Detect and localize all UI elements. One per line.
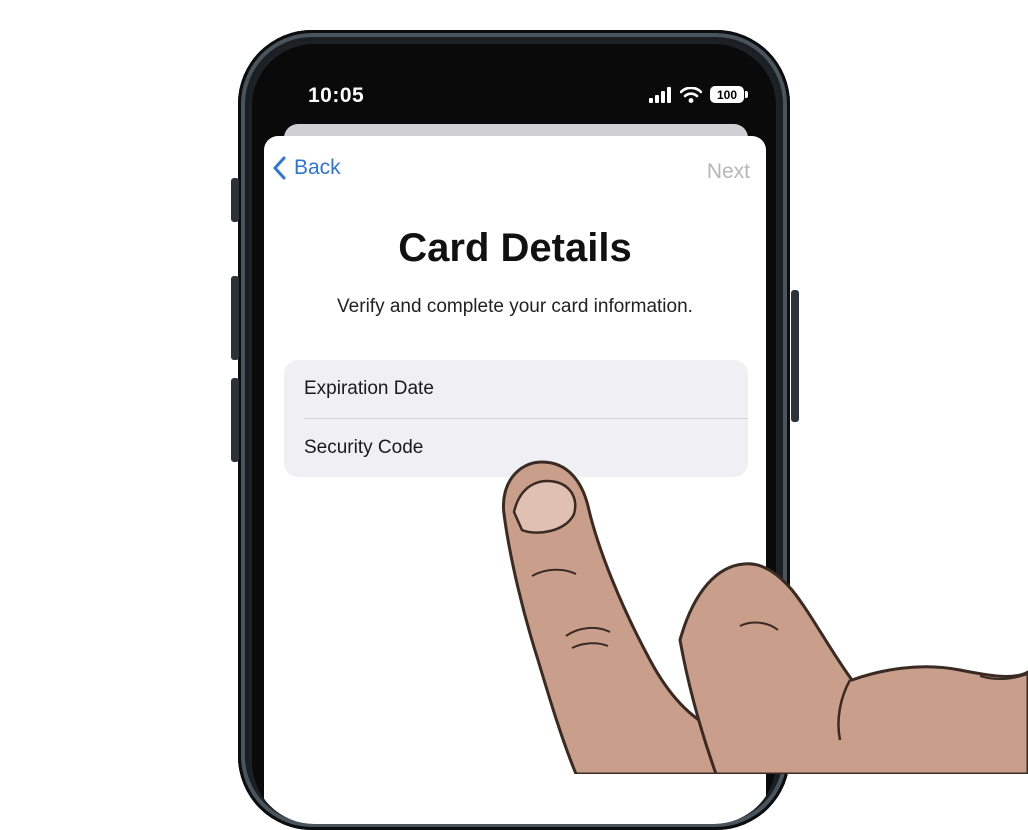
chevron-left-icon bbox=[273, 156, 286, 180]
page-subtitle: Verify and complete your card informatio… bbox=[337, 296, 693, 317]
expiration-date-field[interactable]: Expiration Date bbox=[284, 360, 748, 418]
wifi-icon bbox=[680, 86, 702, 103]
back-label: Back bbox=[294, 156, 341, 179]
status-bar: 10:05 100 bbox=[252, 44, 776, 124]
signal-icon bbox=[649, 86, 671, 103]
next-button[interactable]: Next bbox=[707, 160, 750, 184]
volume-up-button bbox=[231, 276, 239, 360]
battery-icon: 100 bbox=[710, 86, 748, 103]
volume-down-button bbox=[231, 378, 239, 462]
status-icons: 100 bbox=[648, 86, 748, 103]
security-code-label: Security Code bbox=[304, 437, 424, 458]
back-button[interactable]: Back bbox=[272, 156, 341, 180]
action-button bbox=[231, 178, 239, 222]
page-title: Card Details bbox=[398, 226, 632, 270]
power-button bbox=[791, 290, 799, 422]
hand-illustration bbox=[501, 460, 1028, 774]
expiration-date-label: Expiration Date bbox=[304, 378, 434, 399]
status-time: 10:05 bbox=[308, 84, 365, 107]
